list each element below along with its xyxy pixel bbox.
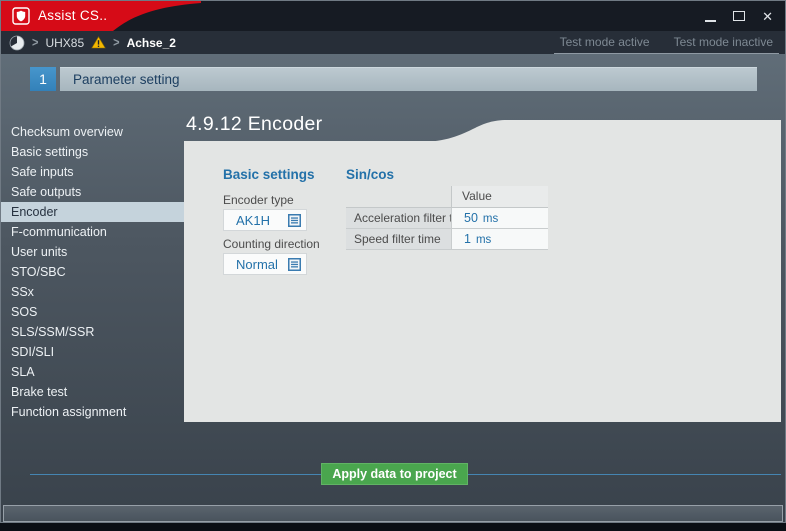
chevron-right-icon: > xyxy=(113,35,120,50)
section-title-basic-settings: Basic settings xyxy=(223,167,315,182)
warning-icon xyxy=(91,36,106,49)
close-icon[interactable]: ✕ xyxy=(762,10,773,23)
step-label: Parameter setting xyxy=(60,67,757,91)
table-header-value: Value xyxy=(451,186,548,208)
speed-filter-time-field[interactable]: 1 ms xyxy=(451,229,548,250)
sincos-table: Value Acceleration filter time 50 ms Spee… xyxy=(346,186,548,250)
test-mode-switch: Test mode active Test mode inactive xyxy=(553,31,779,54)
device-icon[interactable] xyxy=(9,35,25,51)
sidebar-nav: Checksum overview Basic settings Safe in… xyxy=(1,122,184,422)
section-title-sincos: Sin/cos xyxy=(346,167,395,182)
table-header-empty xyxy=(346,186,451,208)
shield-logo-icon xyxy=(12,7,30,25)
sidebar-item-sla[interactable]: SLA xyxy=(1,362,184,382)
breadcrumb: > UHX85 > Achse_2 Test mode active Test … xyxy=(1,31,785,54)
sidebar-item-sos[interactable]: SOS xyxy=(1,302,184,322)
content-panel: Basic settings Sin/cos Encoder type AK1H… xyxy=(184,141,781,422)
sidebar-item-encoder[interactable]: Encoder xyxy=(1,202,184,222)
apply-data-button[interactable]: Apply data to project xyxy=(321,463,468,485)
app-window: Assist CS.. ✕ > UHX85 > Achse_2 Test mod… xyxy=(0,0,786,523)
minimize-icon[interactable] xyxy=(705,11,717,22)
acceleration-filter-time-field[interactable]: 50 ms xyxy=(451,208,548,229)
page-title: 4.9.12 Encoder xyxy=(186,113,323,135)
maximize-icon[interactable] xyxy=(733,11,746,21)
title-bar: Assist CS.. ✕ xyxy=(1,1,785,31)
sidebar-item-sdi-sli[interactable]: SDI/SLI xyxy=(1,342,184,362)
sidebar-item-sto-sbc[interactable]: STO/SBC xyxy=(1,262,184,282)
sidebar-item-safe-outputs[interactable]: Safe outputs xyxy=(1,182,184,202)
sidebar-item-brake-test[interactable]: Brake test xyxy=(1,382,184,402)
step-number: 1 xyxy=(30,67,56,91)
sidebar-item-function-assignment[interactable]: Function assignment xyxy=(1,402,184,422)
encoder-type-label: Encoder type xyxy=(223,193,294,207)
list-select-icon xyxy=(288,257,301,271)
sidebar-item-sls-ssm-ssr[interactable]: SLS/SSM/SSR xyxy=(1,322,184,342)
main-area: 1 Parameter setting Checksum overview Ba… xyxy=(1,54,785,522)
speed-filter-time-label: Speed filter time xyxy=(346,229,451,250)
sidebar-item-safe-inputs[interactable]: Safe inputs xyxy=(1,162,184,182)
sidebar-item-ssx[interactable]: SSx xyxy=(1,282,184,302)
encoder-type-value: AK1H xyxy=(236,212,270,228)
counting-direction-dropdown[interactable]: Normal xyxy=(223,253,307,275)
table-row: Speed filter time 1 ms xyxy=(346,229,548,250)
breadcrumb-device[interactable]: UHX85 xyxy=(45,36,84,50)
chevron-right-icon: > xyxy=(32,35,39,50)
acceleration-filter-time-label: Acceleration filter time xyxy=(346,208,472,229)
list-select-icon xyxy=(288,213,301,227)
app-title: Assist CS.. xyxy=(38,8,108,23)
sidebar-item-user-units[interactable]: User units xyxy=(1,242,184,262)
test-mode-inactive-button[interactable]: Test mode inactive xyxy=(674,35,773,49)
encoder-type-dropdown[interactable]: AK1H xyxy=(223,209,307,231)
counting-direction-label: Counting direction xyxy=(223,237,320,251)
breadcrumb-axis[interactable]: Achse_2 xyxy=(127,36,176,50)
sidebar-item-basic-settings[interactable]: Basic settings xyxy=(1,142,184,162)
step-header[interactable]: 1 Parameter setting xyxy=(30,67,757,91)
table-row: Acceleration filter time 50 ms xyxy=(346,208,548,229)
counting-direction-value: Normal xyxy=(236,256,278,272)
sidebar-item-f-communication[interactable]: F-communication xyxy=(1,222,184,242)
sidebar-item-checksum-overview[interactable]: Checksum overview xyxy=(1,122,184,142)
panel-curve xyxy=(421,120,781,142)
test-mode-active-button[interactable]: Test mode active xyxy=(560,35,650,49)
status-bar xyxy=(3,505,783,522)
